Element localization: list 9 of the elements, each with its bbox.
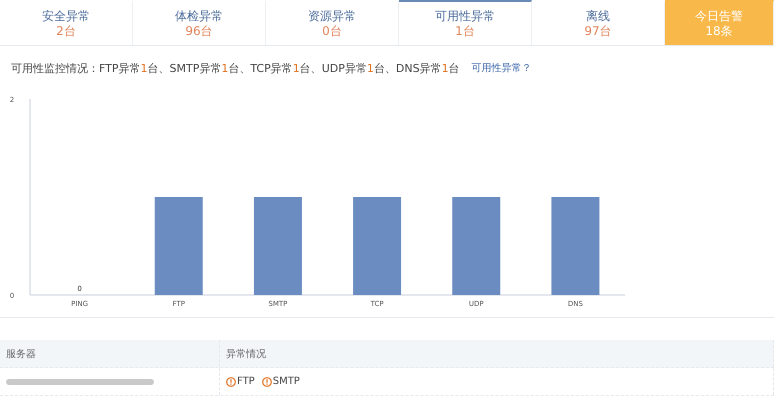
warning-icon — [262, 376, 272, 386]
column-header: 服务器 — [6, 348, 36, 360]
availability-summary: 可用性监控情况：FTP异常 1台、SMTP异常 1台、TCP异常 1台、UDP异常 1台、DNS异常 1台 — [11, 60, 460, 76]
issue-label: FTP — [237, 376, 255, 387]
column-header: 异常情况 — [226, 348, 266, 360]
issue-label: SMTP — [272, 376, 300, 387]
status-tab[interactable]: 可用性异常 1台 — [399, 0, 532, 45]
warning-icon — [226, 376, 236, 386]
help-link[interactable]: 可用性异常？ — [472, 61, 532, 75]
